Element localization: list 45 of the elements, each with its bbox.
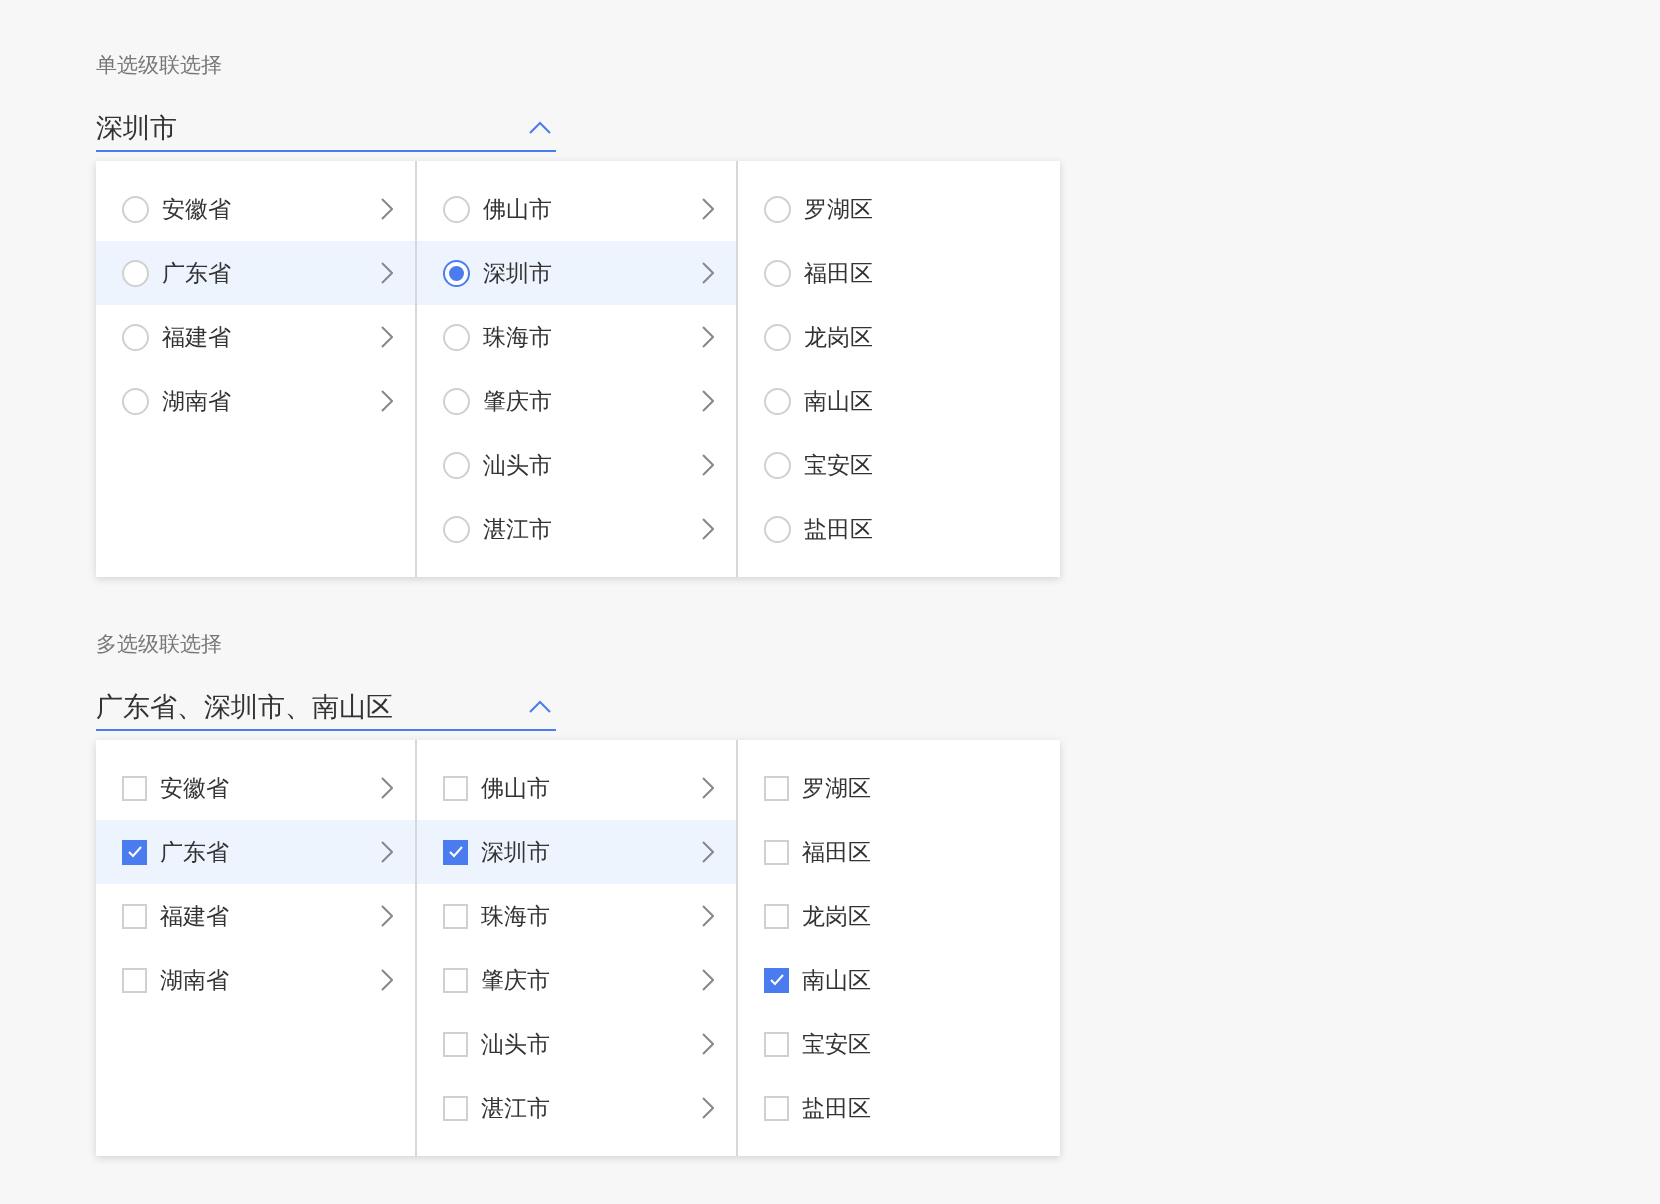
option-item[interactable]: 南山区: [738, 369, 1059, 433]
select-field[interactable]: 广东省、深圳市、南山区: [96, 685, 556, 731]
check-icon: [126, 844, 143, 860]
option-item[interactable]: 宝安区: [738, 433, 1059, 497]
option-item[interactable]: 汕头市: [417, 1012, 736, 1076]
option-item[interactable]: 佛山市: [417, 177, 736, 241]
option-item[interactable]: 佛山市: [417, 756, 736, 820]
option-item[interactable]: 珠海市: [417, 884, 736, 948]
checkbox[interactable]: [122, 839, 147, 865]
section-label: 多选级联选择: [96, 631, 222, 658]
option-item[interactable]: 福田区: [738, 820, 1059, 884]
option-item[interactable]: 深圳市: [417, 241, 736, 305]
option-item[interactable]: 湖南省: [96, 369, 415, 433]
check-icon: [768, 972, 785, 988]
option-item[interactable]: 珠海市: [417, 305, 736, 369]
option-item[interactable]: 福建省: [96, 305, 415, 369]
option-item[interactable]: 安徽省: [96, 756, 415, 820]
option-item[interactable]: 湖南省: [96, 948, 415, 1012]
option-item[interactable]: 盐田区: [738, 497, 1059, 561]
option-item[interactable]: 龙岗区: [738, 305, 1059, 369]
option-item[interactable]: 肇庆市: [417, 948, 736, 1012]
section-label: 单选级联选择: [96, 52, 222, 79]
checkbox[interactable]: [443, 839, 468, 865]
caret-up-icon: [528, 121, 552, 135]
option-item[interactable]: 湛江市: [417, 497, 736, 561]
option-item[interactable]: 宝安区: [738, 1012, 1059, 1076]
option-item[interactable]: 汕头市: [417, 433, 736, 497]
option-item[interactable]: 广东省: [96, 241, 415, 305]
option-item[interactable]: 福田区: [738, 241, 1059, 305]
option-item[interactable]: 罗湖区: [738, 177, 1059, 241]
caret-up-icon: [528, 700, 552, 714]
option-item[interactable]: 南山区: [738, 948, 1059, 1012]
option-item[interactable]: 广东省: [96, 820, 415, 884]
option-item[interactable]: 龙岗区: [738, 884, 1059, 948]
option-item[interactable]: 安徽省: [96, 177, 415, 241]
check-icon: [447, 844, 464, 860]
option-item[interactable]: 罗湖区: [738, 756, 1059, 820]
select-field[interactable]: 深圳市: [96, 106, 556, 152]
option-item[interactable]: 福建省: [96, 884, 415, 948]
option-item[interactable]: 湛江市: [417, 1076, 736, 1140]
option-item[interactable]: 盐田区: [738, 1076, 1059, 1140]
option-item[interactable]: 肇庆市: [417, 369, 736, 433]
checkbox[interactable]: [764, 967, 789, 993]
option-item[interactable]: 深圳市: [417, 820, 736, 884]
radio-button[interactable]: [443, 259, 470, 287]
